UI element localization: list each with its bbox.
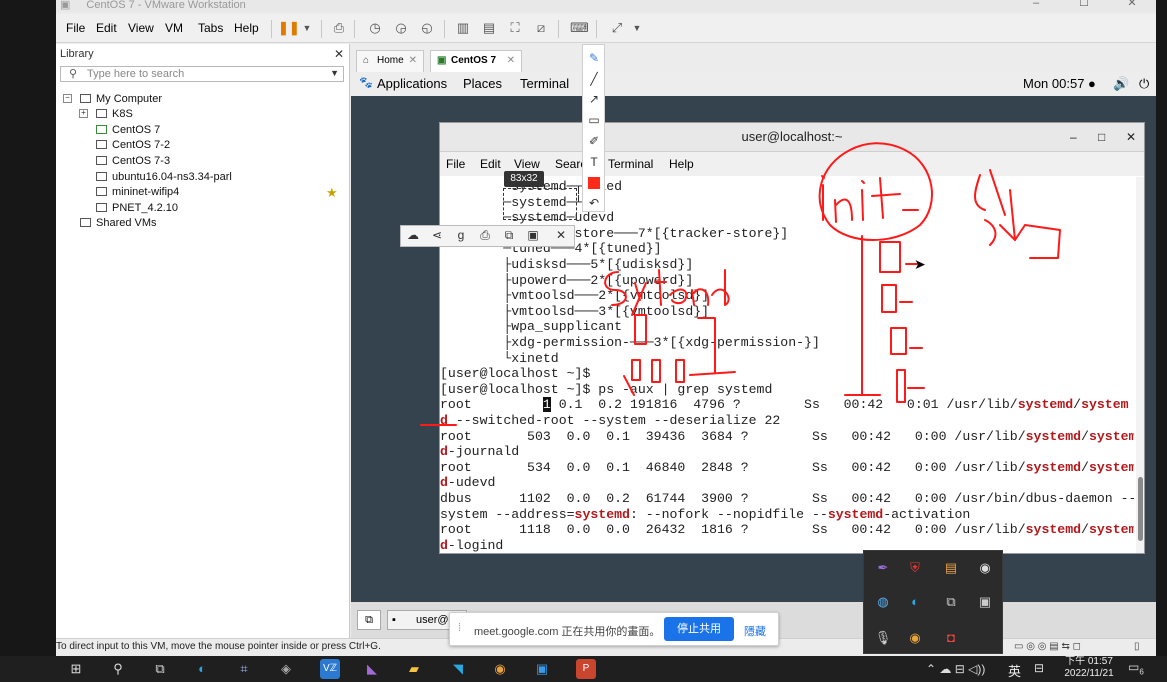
network-app-icon[interactable]: ⌗ — [234, 659, 254, 679]
visual-studio-icon[interactable]: ◣ — [362, 659, 382, 679]
notification-icon[interactable]: ▭6 — [1128, 660, 1144, 676]
search-icon[interactable]: ⚲ — [108, 659, 128, 679]
windows-start-icon[interactable]: ⊞ — [66, 659, 86, 679]
edge-icon[interactable]: ◐ — [192, 659, 212, 679]
telegram-icon[interactable]: ◥ — [448, 659, 468, 679]
vmware-icon[interactable]: ▣ — [532, 659, 552, 679]
ime-indicator[interactable]: 英 — [1008, 661, 1021, 680]
mouse-cursor-icon: ➤ — [914, 256, 926, 272]
file-explorer-icon[interactable]: ▰ — [404, 659, 424, 679]
app-icon[interactable]: ◈ — [276, 659, 296, 679]
chrome-icon[interactable]: ◉ — [490, 659, 510, 679]
ink-annotations — [420, 142, 1061, 426]
task-view-icon[interactable]: ⧉ — [150, 659, 170, 679]
tray-icons[interactable]: ⌃ ☁ ⊟ ◁)) — [926, 662, 985, 676]
keyboard-icon[interactable]: ⊟ — [1034, 661, 1044, 675]
windows-taskbar: ⊞ ⚲ ⧉ ◐ ⌗ ◈ Vℤ ◣ ▰ ◥ ◉ ▣ P ⌃ ☁ ⊟ ◁)) 英 ⊟… — [0, 656, 1167, 682]
powerpoint-icon[interactable]: P — [576, 659, 596, 679]
taskbar-clock[interactable]: 下午 01:57 2022/11/21 — [1054, 656, 1124, 680]
vscode-like-icon[interactable]: Vℤ — [320, 659, 340, 679]
